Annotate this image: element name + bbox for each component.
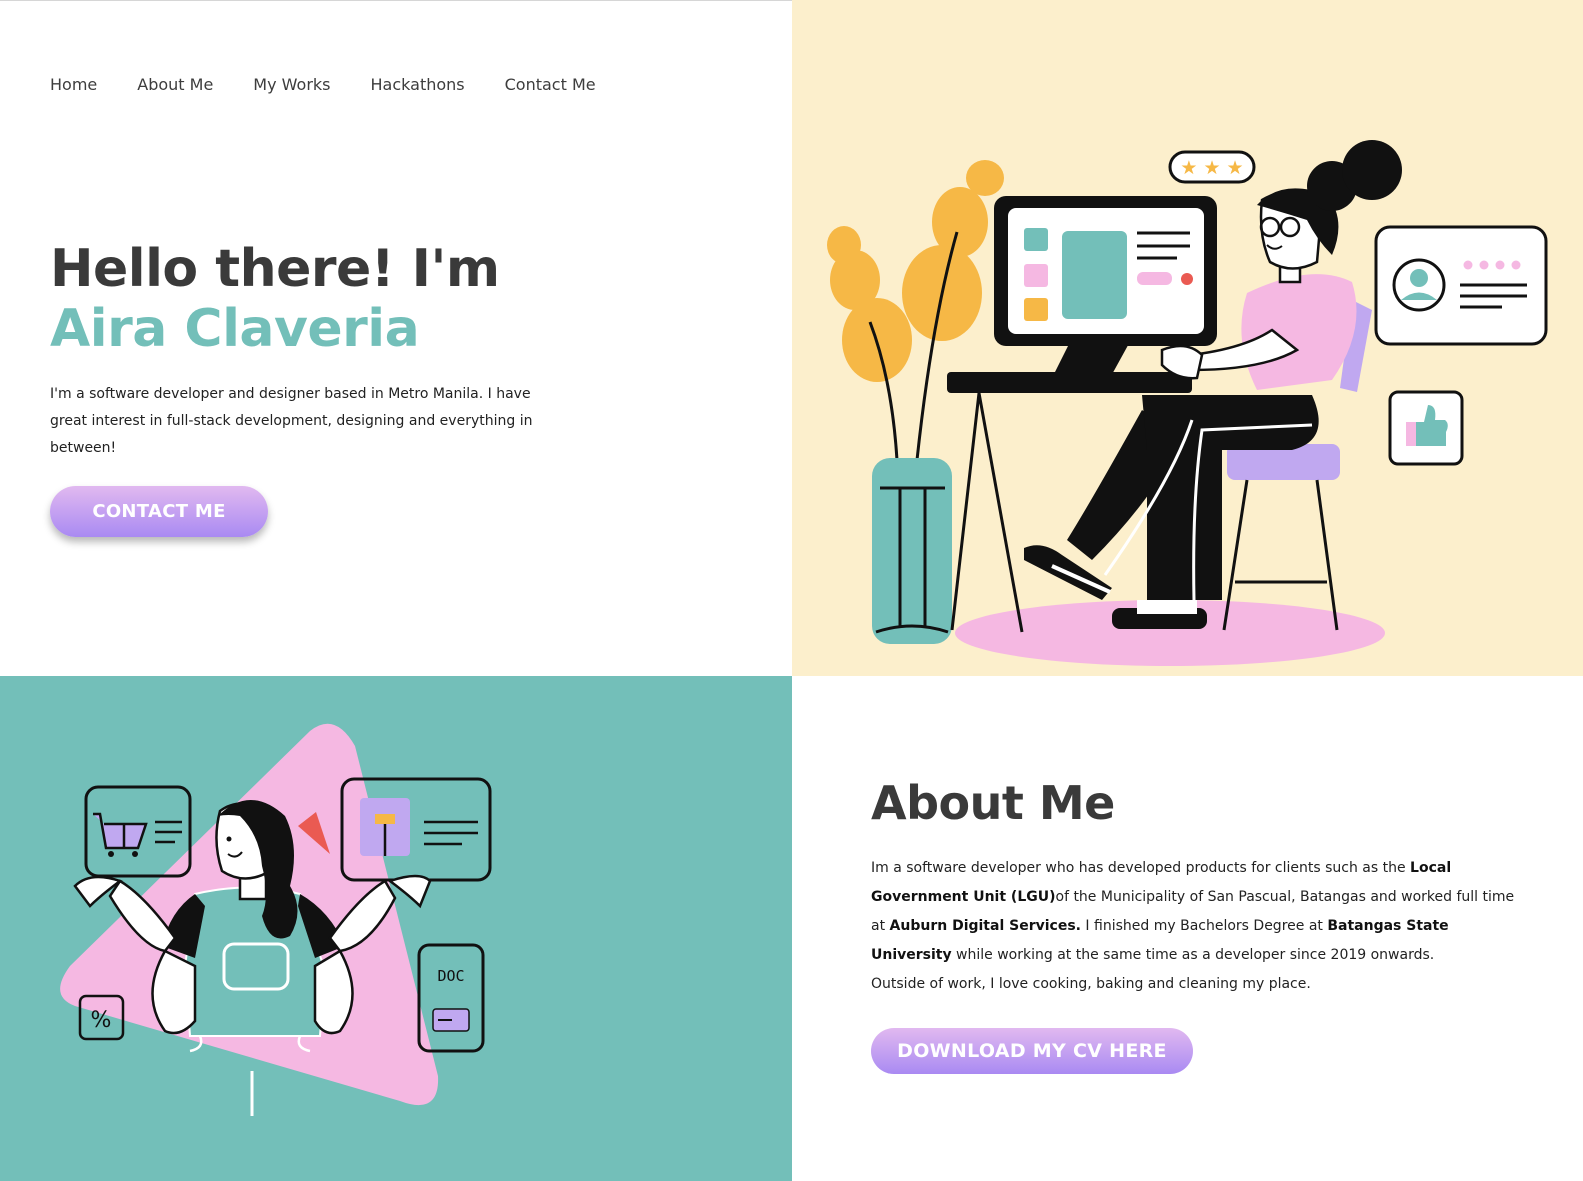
- about-highlight-employer: Auburn Digital Services.: [889, 918, 1081, 934]
- thumbs-up-icon: [1388, 390, 1464, 466]
- doc-card: DOC: [417, 943, 485, 1053]
- developer-at-desk-illustration: ★ ★ ★: [827, 140, 1548, 666]
- nav-contact-me[interactable]: Contact Me: [505, 75, 596, 94]
- contact-me-button[interactable]: CONTACT ME: [50, 486, 268, 537]
- profile-card: [1374, 225, 1548, 346]
- shopping-woman-illustration: % DOC: [60, 723, 492, 1116]
- about-hobbies: Outside of work, I love cooking, baking …: [871, 976, 1311, 992]
- shopping-cart-card: [84, 785, 192, 878]
- rating-bubble: ★ ★ ★: [1168, 150, 1256, 184]
- nav-about-me[interactable]: About Me: [137, 75, 213, 94]
- about-title: About Me: [871, 776, 1115, 830]
- main-nav: Home About Me My Works Hackathons Contac…: [50, 75, 596, 94]
- download-cv-button[interactable]: DOWNLOAD MY CV HERE: [871, 1028, 1193, 1074]
- svg-text:★ ★ ★: ★ ★ ★: [1180, 157, 1243, 179]
- nav-home[interactable]: Home: [50, 75, 97, 94]
- about-text-part: I finished my Bachelors Degree at: [1080, 918, 1328, 934]
- plant-vase: [872, 458, 952, 644]
- about-text-part: while working at the same time as a deve…: [951, 947, 1435, 963]
- hero-name: Aira Claveria: [50, 299, 420, 359]
- doc-label: DOC: [437, 967, 464, 985]
- hero-description: I'm a software developer and designer ba…: [50, 386, 533, 456]
- about-description: Im a software developer who has develope…: [871, 854, 1521, 999]
- hero-greeting: Hello there! I'm: [50, 239, 500, 299]
- hero-title: Hello there! I'm Aira Claveria: [50, 239, 500, 359]
- nav-hackathons[interactable]: Hackathons: [371, 75, 465, 94]
- hero-illustration-panel: ★ ★ ★: [792, 0, 1583, 676]
- about-illustration-panel: % DOC: [0, 676, 792, 1181]
- about-section: About Me Im a software developer who has…: [792, 676, 1583, 1181]
- hero-section: Home About Me My Works Hackathons Contac…: [0, 0, 792, 676]
- nav-my-works[interactable]: My Works: [253, 75, 330, 94]
- percent-symbol: %: [91, 1008, 112, 1033]
- about-text-part: Im a software developer who has develope…: [871, 860, 1411, 876]
